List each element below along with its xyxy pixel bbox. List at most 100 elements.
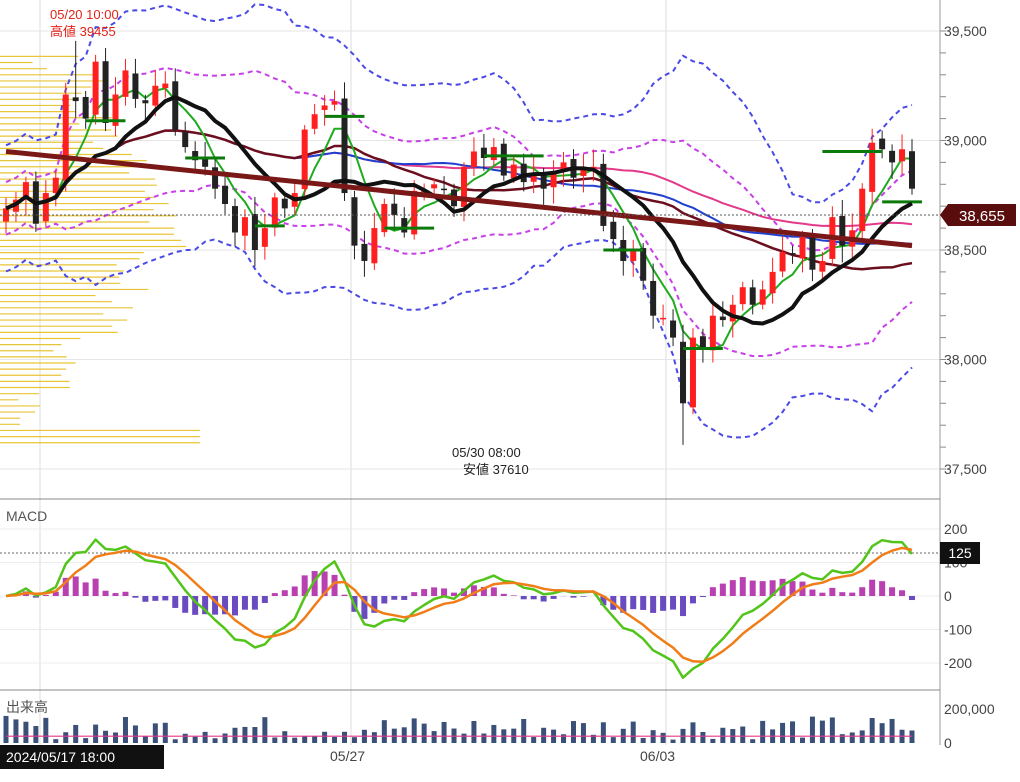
macd-histogram-bar bbox=[759, 581, 766, 596]
candle-body bbox=[540, 174, 547, 189]
x-label-0527: 05/27 bbox=[330, 748, 365, 764]
volume-bar bbox=[541, 727, 547, 743]
macd-histogram-bar bbox=[689, 596, 696, 604]
macd-histogram-bar bbox=[520, 596, 527, 600]
macd-histogram-bar bbox=[291, 586, 298, 596]
macd-tick-label: -100 bbox=[944, 622, 972, 638]
high-value-label: 高値 39455 bbox=[50, 24, 116, 39]
macd-histogram-bar bbox=[162, 596, 169, 601]
volume-bar bbox=[471, 721, 477, 743]
volume-bar bbox=[63, 732, 69, 743]
volume-bar bbox=[312, 736, 318, 743]
volume-bar bbox=[411, 718, 417, 743]
candle-body bbox=[241, 217, 248, 236]
volume-bar bbox=[531, 737, 537, 743]
volume-bar bbox=[162, 722, 168, 743]
candle-body bbox=[610, 221, 617, 240]
macd-histogram-bar bbox=[640, 596, 647, 610]
macd-histogram-bar bbox=[500, 593, 507, 596]
volume-bar bbox=[610, 737, 616, 743]
candle-body bbox=[231, 206, 238, 233]
macd-histogram-bar bbox=[889, 587, 896, 596]
candle-body bbox=[640, 248, 647, 281]
candle-body bbox=[470, 151, 477, 168]
volume-bar bbox=[302, 736, 308, 743]
bb-upper-2 bbox=[5, 3, 913, 204]
macd-histogram-bar bbox=[809, 589, 816, 596]
macd-histogram-bar bbox=[82, 582, 89, 596]
candle-body bbox=[222, 185, 229, 205]
volume-bar bbox=[889, 718, 895, 743]
price-tick-label: 38,500 bbox=[944, 242, 987, 258]
volume-bar bbox=[421, 723, 427, 743]
candle-body bbox=[182, 131, 189, 148]
macd-histogram-bar bbox=[182, 596, 189, 613]
x-label-0603: 06/03 bbox=[640, 748, 675, 764]
candle-body bbox=[132, 73, 139, 99]
macd-tick-label: 0 bbox=[944, 588, 952, 604]
volume-bar bbox=[43, 717, 49, 743]
macd-histogram-bar bbox=[829, 587, 836, 596]
candle-body bbox=[680, 341, 687, 404]
candle-body bbox=[172, 81, 179, 130]
candle-body bbox=[82, 96, 89, 119]
volume-bar bbox=[222, 733, 228, 743]
volume-bar bbox=[142, 736, 148, 743]
volume-bar bbox=[132, 725, 138, 743]
volume-bar bbox=[521, 718, 527, 743]
candle-body bbox=[371, 228, 378, 264]
candle-body bbox=[441, 188, 448, 191]
macd-histogram-bar bbox=[510, 595, 517, 596]
volume-bar bbox=[103, 730, 109, 743]
volume-bar bbox=[570, 721, 576, 743]
macd-title: MACD bbox=[6, 508, 47, 524]
volume-bar bbox=[401, 727, 407, 743]
volume-bar bbox=[580, 723, 586, 743]
volume-bar bbox=[3, 715, 9, 743]
volume-bar bbox=[829, 717, 835, 743]
volume-bar bbox=[83, 738, 89, 743]
candle-body bbox=[62, 94, 69, 181]
macd-histogram-bar bbox=[381, 596, 388, 604]
candle-body bbox=[879, 138, 886, 150]
candle-body bbox=[72, 97, 79, 102]
volume-bar bbox=[182, 733, 188, 743]
macd-histogram-bar bbox=[391, 596, 398, 600]
candle-body bbox=[391, 203, 398, 215]
low-time-label: 05/30 08:00 bbox=[452, 445, 521, 460]
macd-histogram-bar bbox=[401, 596, 408, 600]
macd-histogram-bar bbox=[540, 596, 547, 602]
macd-histogram-bar bbox=[630, 596, 637, 610]
stock-chart[interactable]: 39,50039,00038,50038,00037,500 2001000-1… bbox=[0, 0, 1020, 782]
price-tick-label: 37,500 bbox=[944, 461, 987, 477]
candle-body bbox=[500, 143, 507, 176]
macd-histogram-bar bbox=[849, 592, 856, 596]
candle-body bbox=[889, 150, 896, 163]
low-value-label: 安値 37610 bbox=[463, 462, 529, 477]
volume-bar bbox=[839, 734, 845, 743]
volume-title: 出来高 bbox=[6, 699, 48, 715]
macd-histogram-bar bbox=[261, 596, 268, 603]
candle-body bbox=[520, 163, 527, 183]
current-price-badge: 38,655 bbox=[940, 204, 1016, 226]
macd-histogram-bar bbox=[281, 590, 288, 596]
high-time-label: 05/20 10:00 bbox=[50, 7, 119, 22]
price-tick-label: 38,000 bbox=[944, 352, 987, 368]
volume-bar bbox=[750, 739, 756, 743]
volume-bar bbox=[122, 717, 128, 743]
cursor-time-badge: 2024/05/17 18:00 bbox=[0, 745, 164, 769]
macd-histogram-bar bbox=[72, 576, 79, 596]
volume-bar bbox=[202, 731, 208, 743]
candle-body bbox=[809, 233, 816, 270]
candle-body bbox=[909, 151, 915, 189]
macd-histogram-bar bbox=[819, 592, 826, 596]
candle-body bbox=[142, 100, 149, 104]
macd-histogram-bar bbox=[699, 596, 706, 598]
volume-bar bbox=[670, 739, 676, 743]
volume-bar bbox=[53, 739, 59, 743]
candle-body bbox=[789, 253, 796, 255]
candle-body bbox=[401, 218, 408, 233]
candle-body bbox=[311, 114, 318, 129]
volume-bar bbox=[780, 722, 786, 743]
macd-tick-label: 200 bbox=[944, 521, 968, 537]
